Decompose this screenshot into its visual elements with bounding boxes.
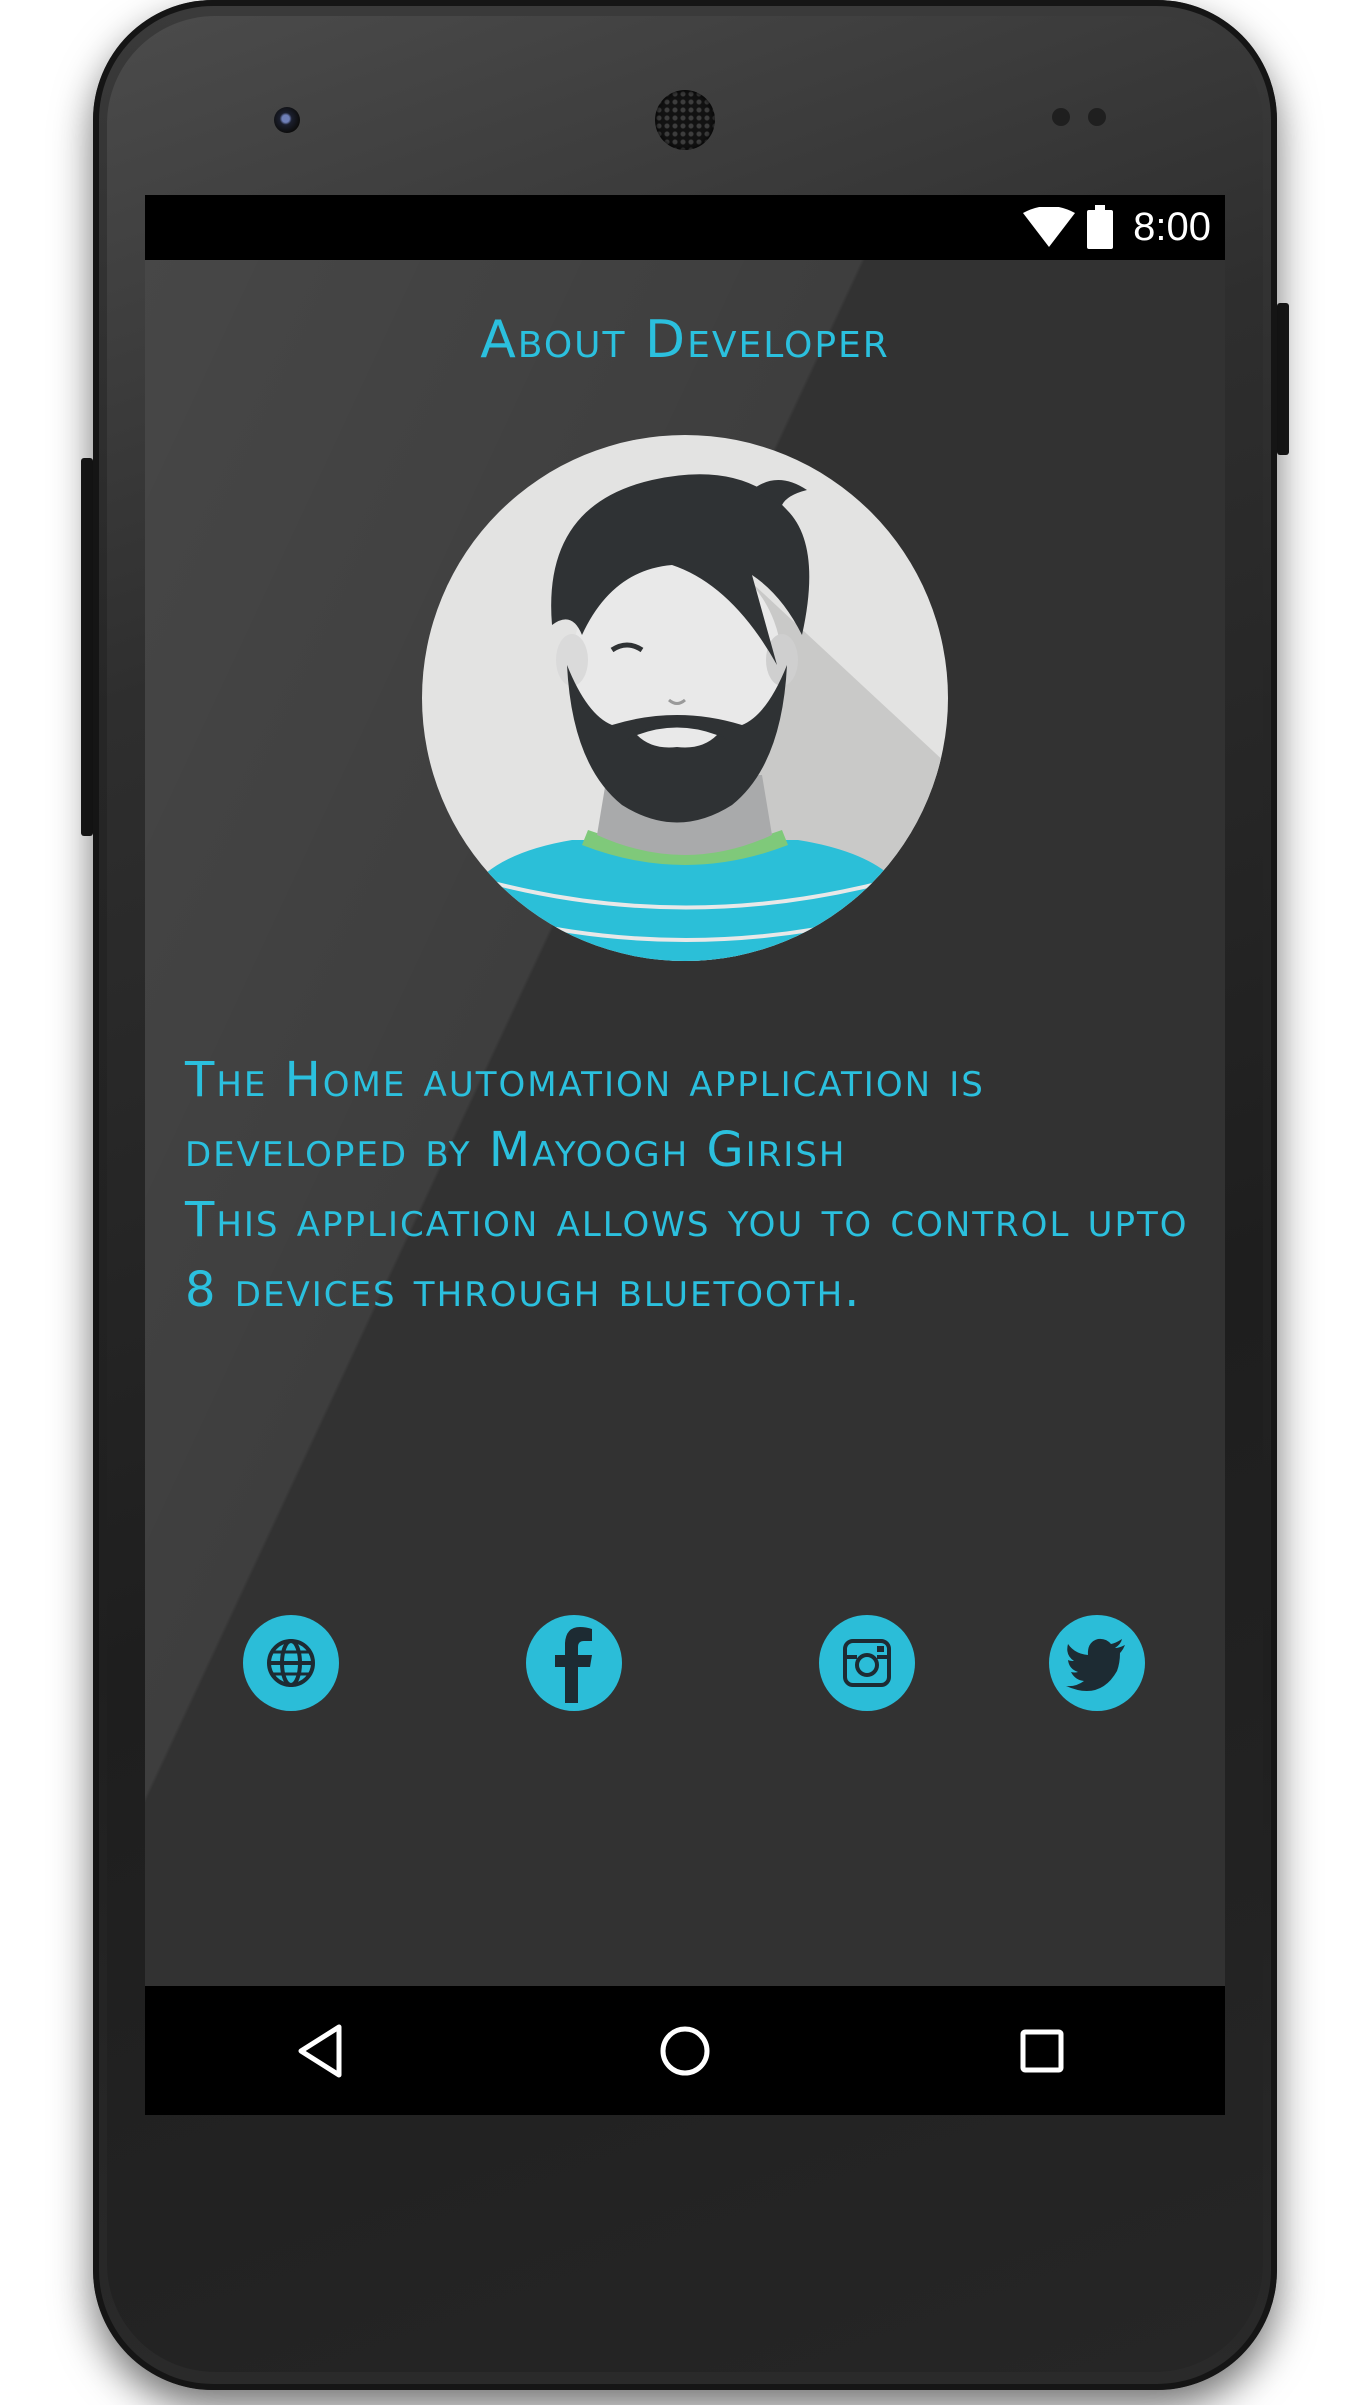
front-camera: [274, 107, 300, 133]
home-button[interactable]: [650, 2016, 720, 2086]
page-title: About Developer: [480, 310, 890, 370]
twitter-icon: [1066, 1638, 1125, 1691]
recents-button[interactable]: [1007, 2016, 1077, 2086]
status-time: 8:00: [1133, 205, 1211, 249]
globe-icon: [267, 1639, 315, 1687]
home-circle-icon: [660, 2026, 710, 2076]
light-sensor: [1088, 108, 1106, 126]
battery-icon: [1087, 205, 1113, 249]
facebook-icon: [555, 1627, 592, 1703]
volume-rocker: [81, 458, 93, 836]
status-bar: 8:00: [145, 195, 1225, 260]
instagram-button[interactable]: [819, 1615, 915, 1711]
social-links: [145, 1615, 1225, 1715]
device-mockup: 8:00 About Developer The Home automation…: [0, 0, 1370, 2405]
developer-avatar-icon: [422, 435, 948, 961]
back-button[interactable]: [285, 2016, 355, 2086]
screen: 8:00 About Developer The Home automation…: [145, 195, 1225, 2115]
back-triangle-icon: [298, 2024, 342, 2078]
power-button: [1277, 303, 1289, 455]
instagram-icon: [843, 1639, 891, 1687]
proximity-sensor: [1052, 108, 1070, 126]
navigation-bar: [145, 1986, 1225, 2115]
about-developer-page: About Developer The Home automation appl…: [145, 260, 1225, 1986]
twitter-button[interactable]: [1049, 1615, 1145, 1711]
facebook-button[interactable]: [526, 1615, 622, 1711]
website-button[interactable]: [243, 1615, 339, 1711]
app-description: The Home automation application is devel…: [185, 1052, 1189, 1318]
wifi-icon: [1023, 207, 1075, 247]
earpiece-speaker: [655, 90, 715, 150]
recents-square-icon: [1020, 2029, 1064, 2073]
